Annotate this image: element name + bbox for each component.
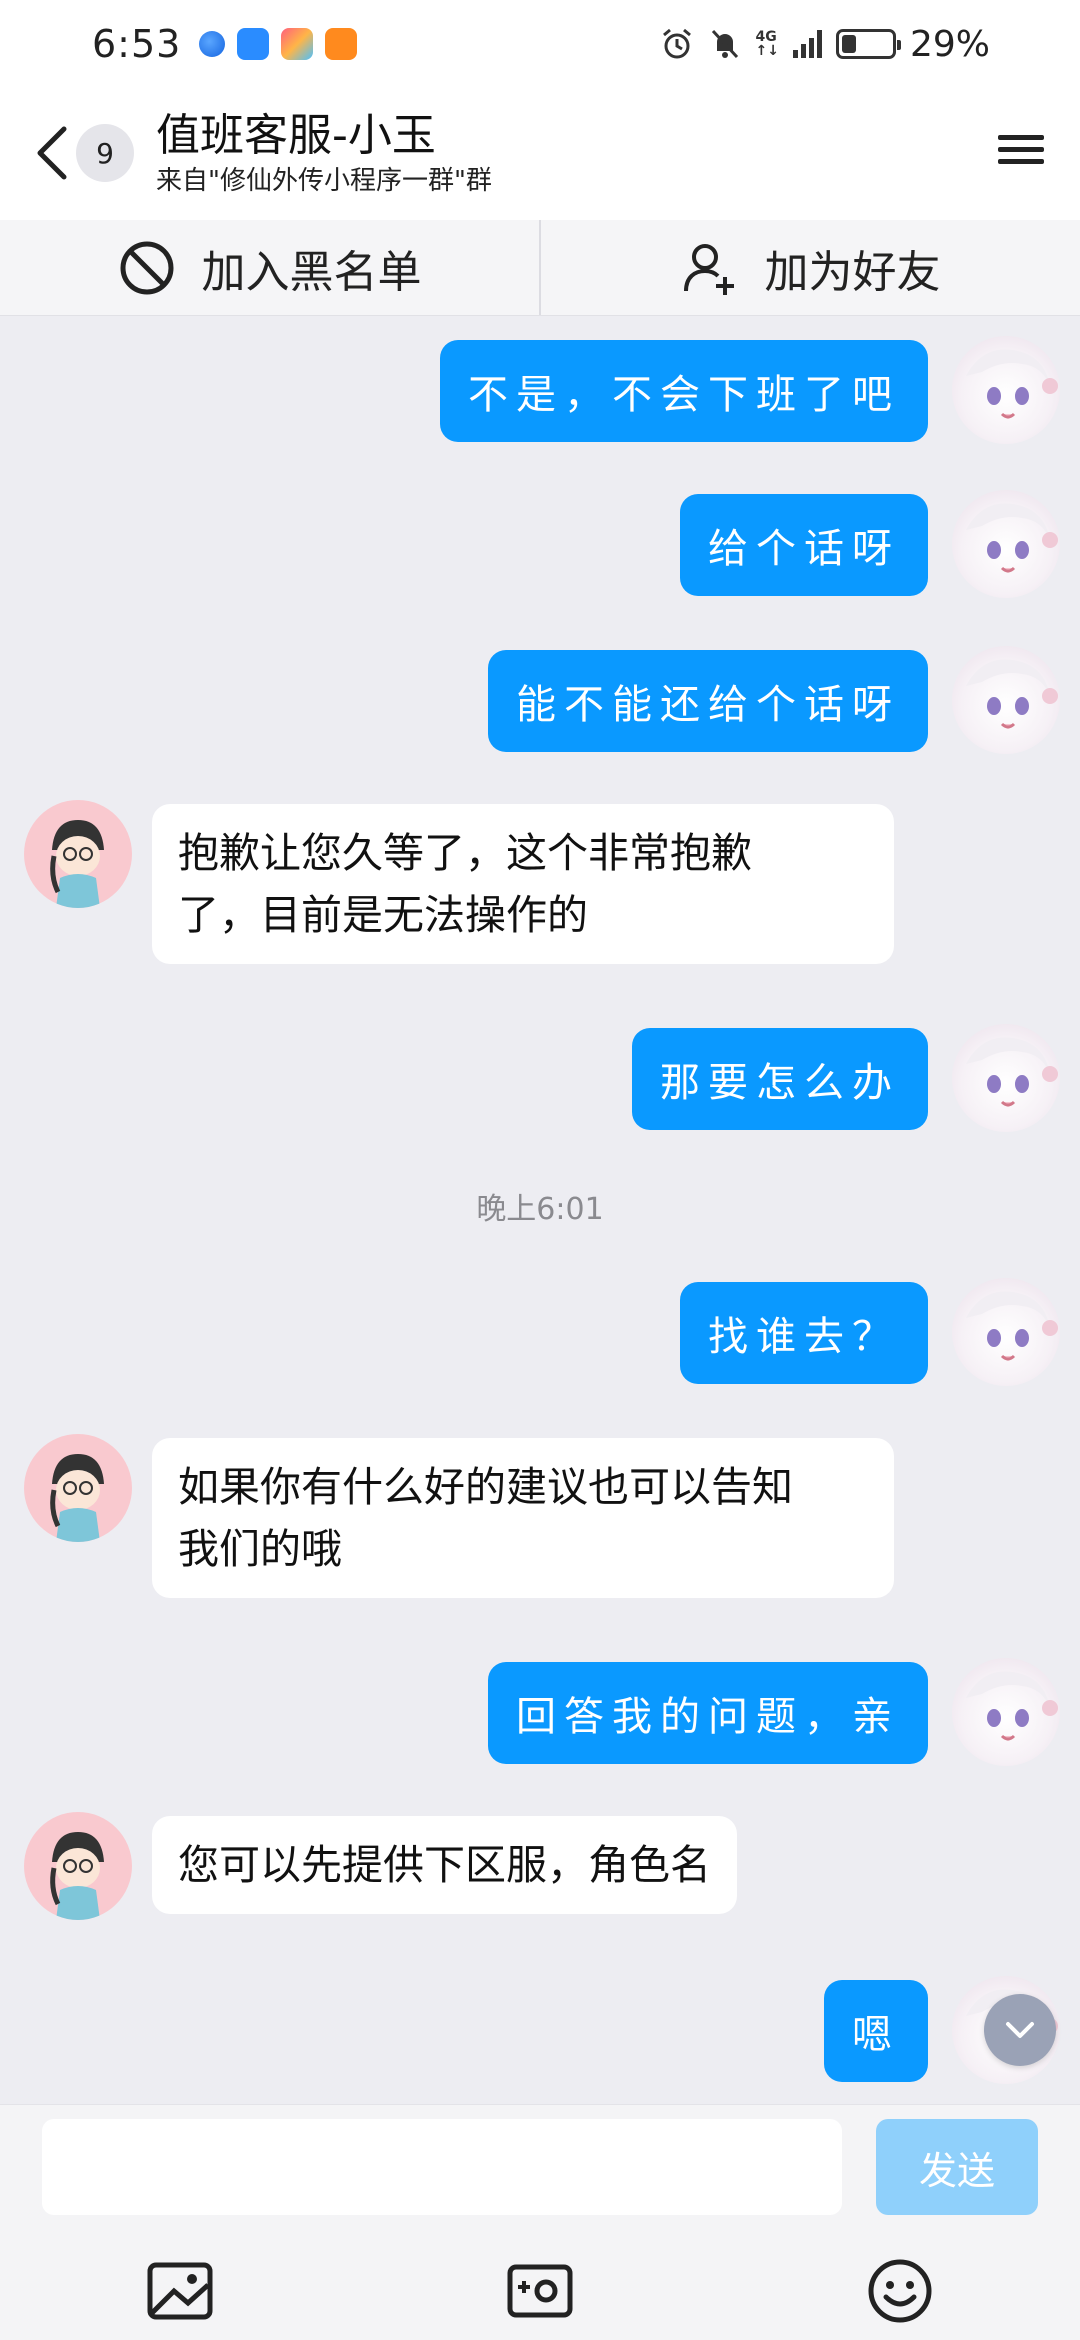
- outgoing-message-bubble[interactable]: 能不能还给个话呀: [488, 650, 928, 752]
- emoji-button[interactable]: [864, 2255, 936, 2327]
- cloud-app-icon: [237, 28, 270, 60]
- image-icon: [147, 2262, 213, 2320]
- incoming-message-bubble[interactable]: 您可以先提供下区服，角色名: [152, 1816, 737, 1914]
- self-avatar[interactable]: [952, 336, 1060, 444]
- outgoing-message-bubble[interactable]: 不是，不会下班了吧: [440, 340, 928, 442]
- message-list[interactable]: 不是，不会下班了吧 给个话呀 能不能还给个话呀 抱歉让您久等了，这个非常抱歉 了…: [0, 316, 1080, 2104]
- message-line: 您可以先提供下区服，角色名: [178, 1841, 711, 1889]
- status-bar: 6:53 4G ↑↓ 29%: [0, 0, 1080, 88]
- mute-bell-icon: [711, 29, 738, 59]
- menu-icon-bar: [998, 147, 1044, 152]
- message-line: 抱歉让您久等了，这个非常抱歉: [178, 829, 752, 877]
- outgoing-message-bubble[interactable]: 找谁去？: [680, 1282, 928, 1384]
- message-input[interactable]: [42, 2119, 842, 2215]
- message-line: 了，目前是无法操作的: [178, 891, 588, 939]
- self-avatar[interactable]: [952, 490, 1060, 598]
- chevron-down-icon: [1006, 2022, 1034, 2038]
- service-avatar[interactable]: [24, 800, 132, 908]
- self-avatar[interactable]: [952, 1278, 1060, 1386]
- battery-percent: 29%: [909, 23, 990, 65]
- add-to-blacklist-button[interactable]: 加入黑名单: [0, 220, 539, 315]
- add-friend-label: 加为好友: [764, 246, 941, 298]
- system-status: 4G ↑↓ 29%: [660, 24, 990, 65]
- battery-icon: [835, 29, 901, 59]
- camera-button[interactable]: [504, 2255, 576, 2327]
- status-time: 6:53: [92, 22, 182, 66]
- emoji-icon: [868, 2259, 932, 2323]
- outgoing-message-bubble[interactable]: 嗯: [824, 1980, 928, 2082]
- self-avatar[interactable]: [952, 1024, 1060, 1132]
- service-avatar[interactable]: [24, 1812, 132, 1920]
- image-picker-button[interactable]: [144, 2255, 216, 2327]
- message-line: 如果你有什么好的建议也可以告知: [178, 1463, 793, 1511]
- network-type: 4G ↑↓: [755, 29, 779, 59]
- browser-app-icon: [199, 31, 226, 57]
- colorful-app-icon: [281, 28, 314, 60]
- outgoing-message-bubble[interactable]: 给个话呀: [680, 494, 928, 596]
- self-avatar[interactable]: [952, 1658, 1060, 1766]
- blacklist-label: 加入黑名单: [201, 246, 422, 298]
- unread-count-badge: 9: [76, 124, 134, 182]
- action-bar: 加入黑名单 加为好友: [0, 220, 1080, 316]
- alarm-icon: [662, 28, 691, 59]
- outgoing-message-bubble[interactable]: 回答我的问题，亲: [488, 1662, 928, 1764]
- menu-icon-bar: [998, 135, 1044, 140]
- time-divider: 晚上6:01: [476, 1192, 604, 1227]
- chat-subtitle: 来自"修仙外传小程序一群"群: [156, 166, 492, 196]
- send-button[interactable]: 发送: [876, 2119, 1038, 2215]
- signal-icon: [792, 30, 822, 58]
- message-line: 我们的哦: [178, 1525, 342, 1573]
- composer-tools: [0, 2241, 1080, 2340]
- camera-icon: [507, 2264, 573, 2318]
- add-friend-button[interactable]: 加为好友: [541, 220, 1080, 315]
- scroll-to-bottom-button[interactable]: [984, 1994, 1056, 2066]
- menu-icon-bar: [998, 159, 1044, 164]
- chevron-left-icon: [37, 126, 67, 180]
- block-icon: [120, 241, 173, 294]
- chat-title: 值班客服-小玉: [156, 110, 436, 161]
- incoming-message-bubble[interactable]: 抱歉让您久等了，这个非常抱歉 了，目前是无法操作的: [152, 804, 894, 964]
- notification-icons: [199, 28, 358, 60]
- add-user-icon: [683, 243, 734, 295]
- video-app-icon: [325, 28, 358, 60]
- battery-level: [841, 35, 856, 53]
- outgoing-message-bubble[interactable]: 那要怎么办: [632, 1028, 928, 1130]
- service-avatar[interactable]: [24, 1434, 132, 1542]
- menu-button[interactable]: [996, 128, 1046, 178]
- header-titles: 值班客服-小玉 来自"修仙外传小程序一群"群: [156, 108, 492, 198]
- chat-header: 9 值班客服-小玉 来自"修仙外传小程序一群"群: [0, 88, 1080, 220]
- composer-bar: 发送: [0, 2104, 1080, 2340]
- incoming-message-bubble[interactable]: 如果你有什么好的建议也可以告知 我们的哦: [152, 1438, 894, 1598]
- self-avatar[interactable]: [952, 646, 1060, 754]
- back-button[interactable]: 9: [30, 118, 140, 188]
